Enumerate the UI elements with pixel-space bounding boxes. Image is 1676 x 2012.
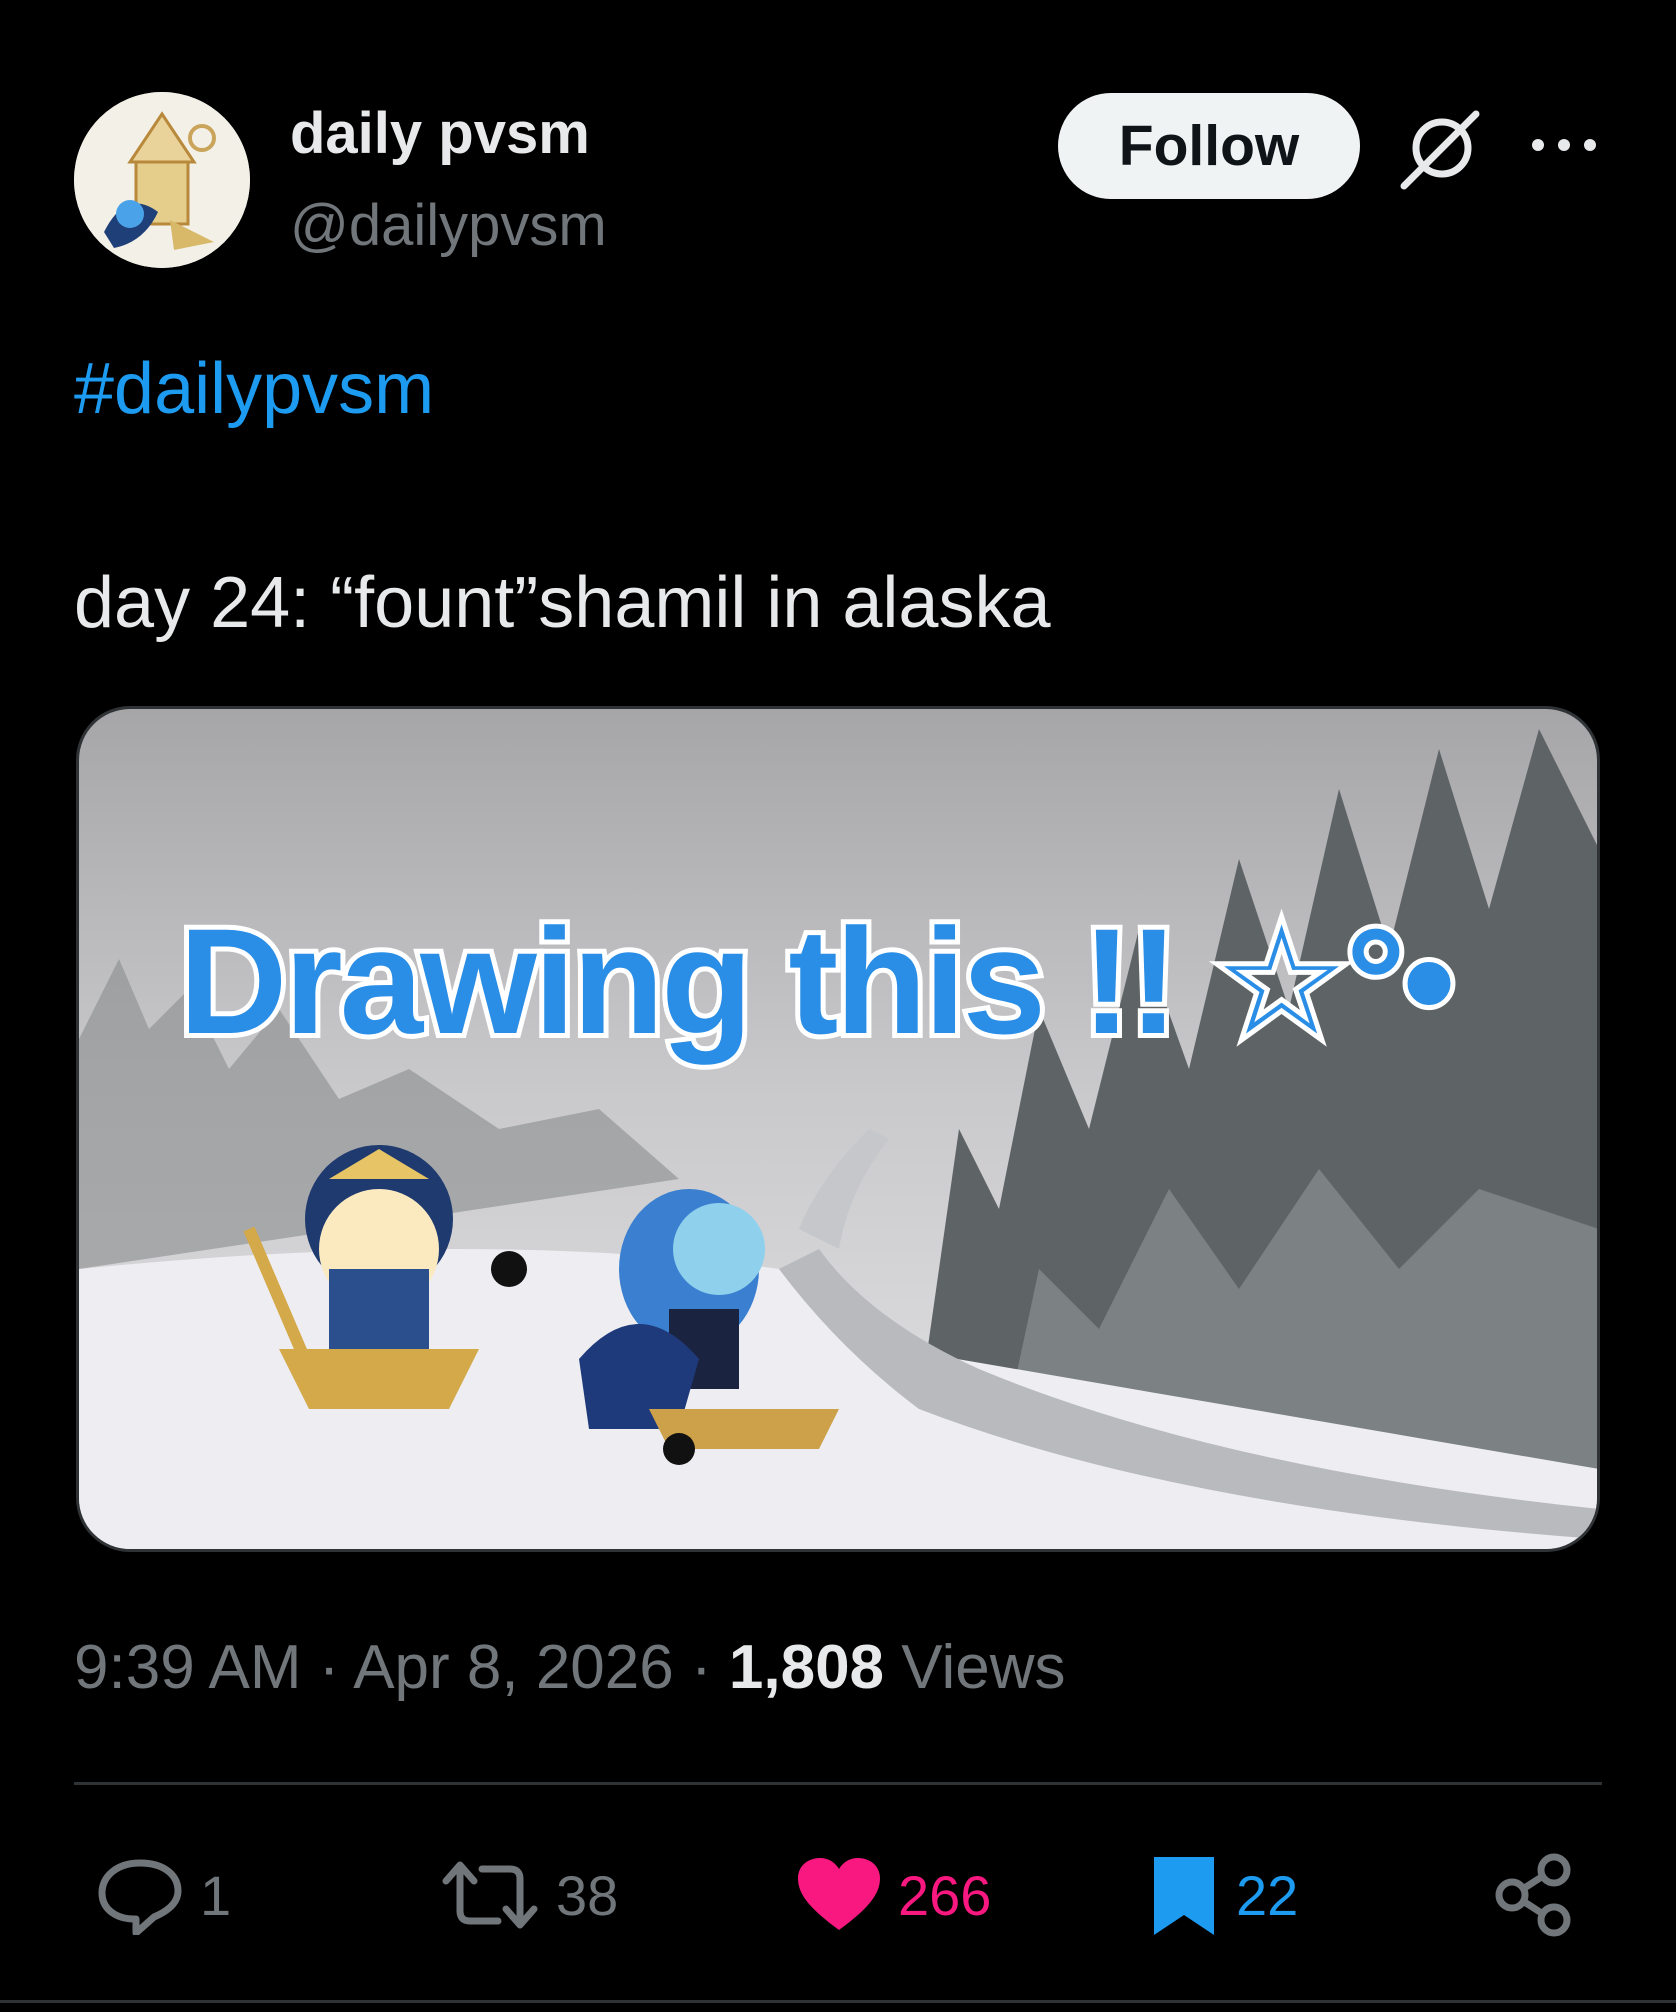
more-dots-icon[interactable] [1528,130,1600,160]
media-overlay-caption: Drawing this !! ☆°• [174,892,1460,1070]
retweet-icon [442,1861,538,1929]
tweet-meta: 9:39 AM · Apr 8, 2026 · 1,808 Views [74,1632,1066,1703]
reply-bubble-icon [98,1859,182,1935]
share-button[interactable] [1494,1850,1574,1940]
tweet-media-image[interactable]: Drawing this !! ☆°• [76,706,1600,1552]
retweet-count: 38 [556,1863,619,1927]
like-count: 266 [898,1863,992,1927]
heart-icon [798,1858,880,1930]
reply-count: 1 [200,1863,232,1927]
reply-button[interactable]: 1 [96,1850,231,1940]
like-button[interactable]: 266 [796,1850,991,1940]
hashtag-link[interactable]: #dailypvsm [74,348,434,430]
views-count: 1,808 [728,1633,885,1702]
bookmark-icon [1154,1857,1214,1935]
follow-button[interactable]: Follow [1058,93,1360,199]
tweet-date[interactable]: Apr 8, 2026 [353,1633,674,1702]
share-icon [1495,1853,1571,1937]
tweet-text: day 24: “fount”shamil in alaska [74,563,1051,643]
avatar[interactable] [74,92,250,268]
retweet-button[interactable]: 38 [440,1850,618,1940]
author-handle[interactable]: @dailypvsm [290,192,607,259]
bottom-divider [0,2000,1676,2003]
avatar-cookie-character-icon [74,92,250,268]
views-label: Views [901,1633,1066,1702]
author-display-name[interactable]: daily pvsm [290,100,590,167]
snowy-forest-scene [79,709,1597,1549]
meta-separator: · [691,1633,712,1702]
grok-slash-icon[interactable] [1396,108,1482,190]
bookmark-count: 22 [1236,1863,1299,1927]
bookmark-button[interactable]: 22 [1148,1850,1298,1940]
tweet-time[interactable]: 9:39 AM [74,1633,301,1702]
divider [74,1782,1602,1785]
meta-separator: · [318,1633,340,1702]
